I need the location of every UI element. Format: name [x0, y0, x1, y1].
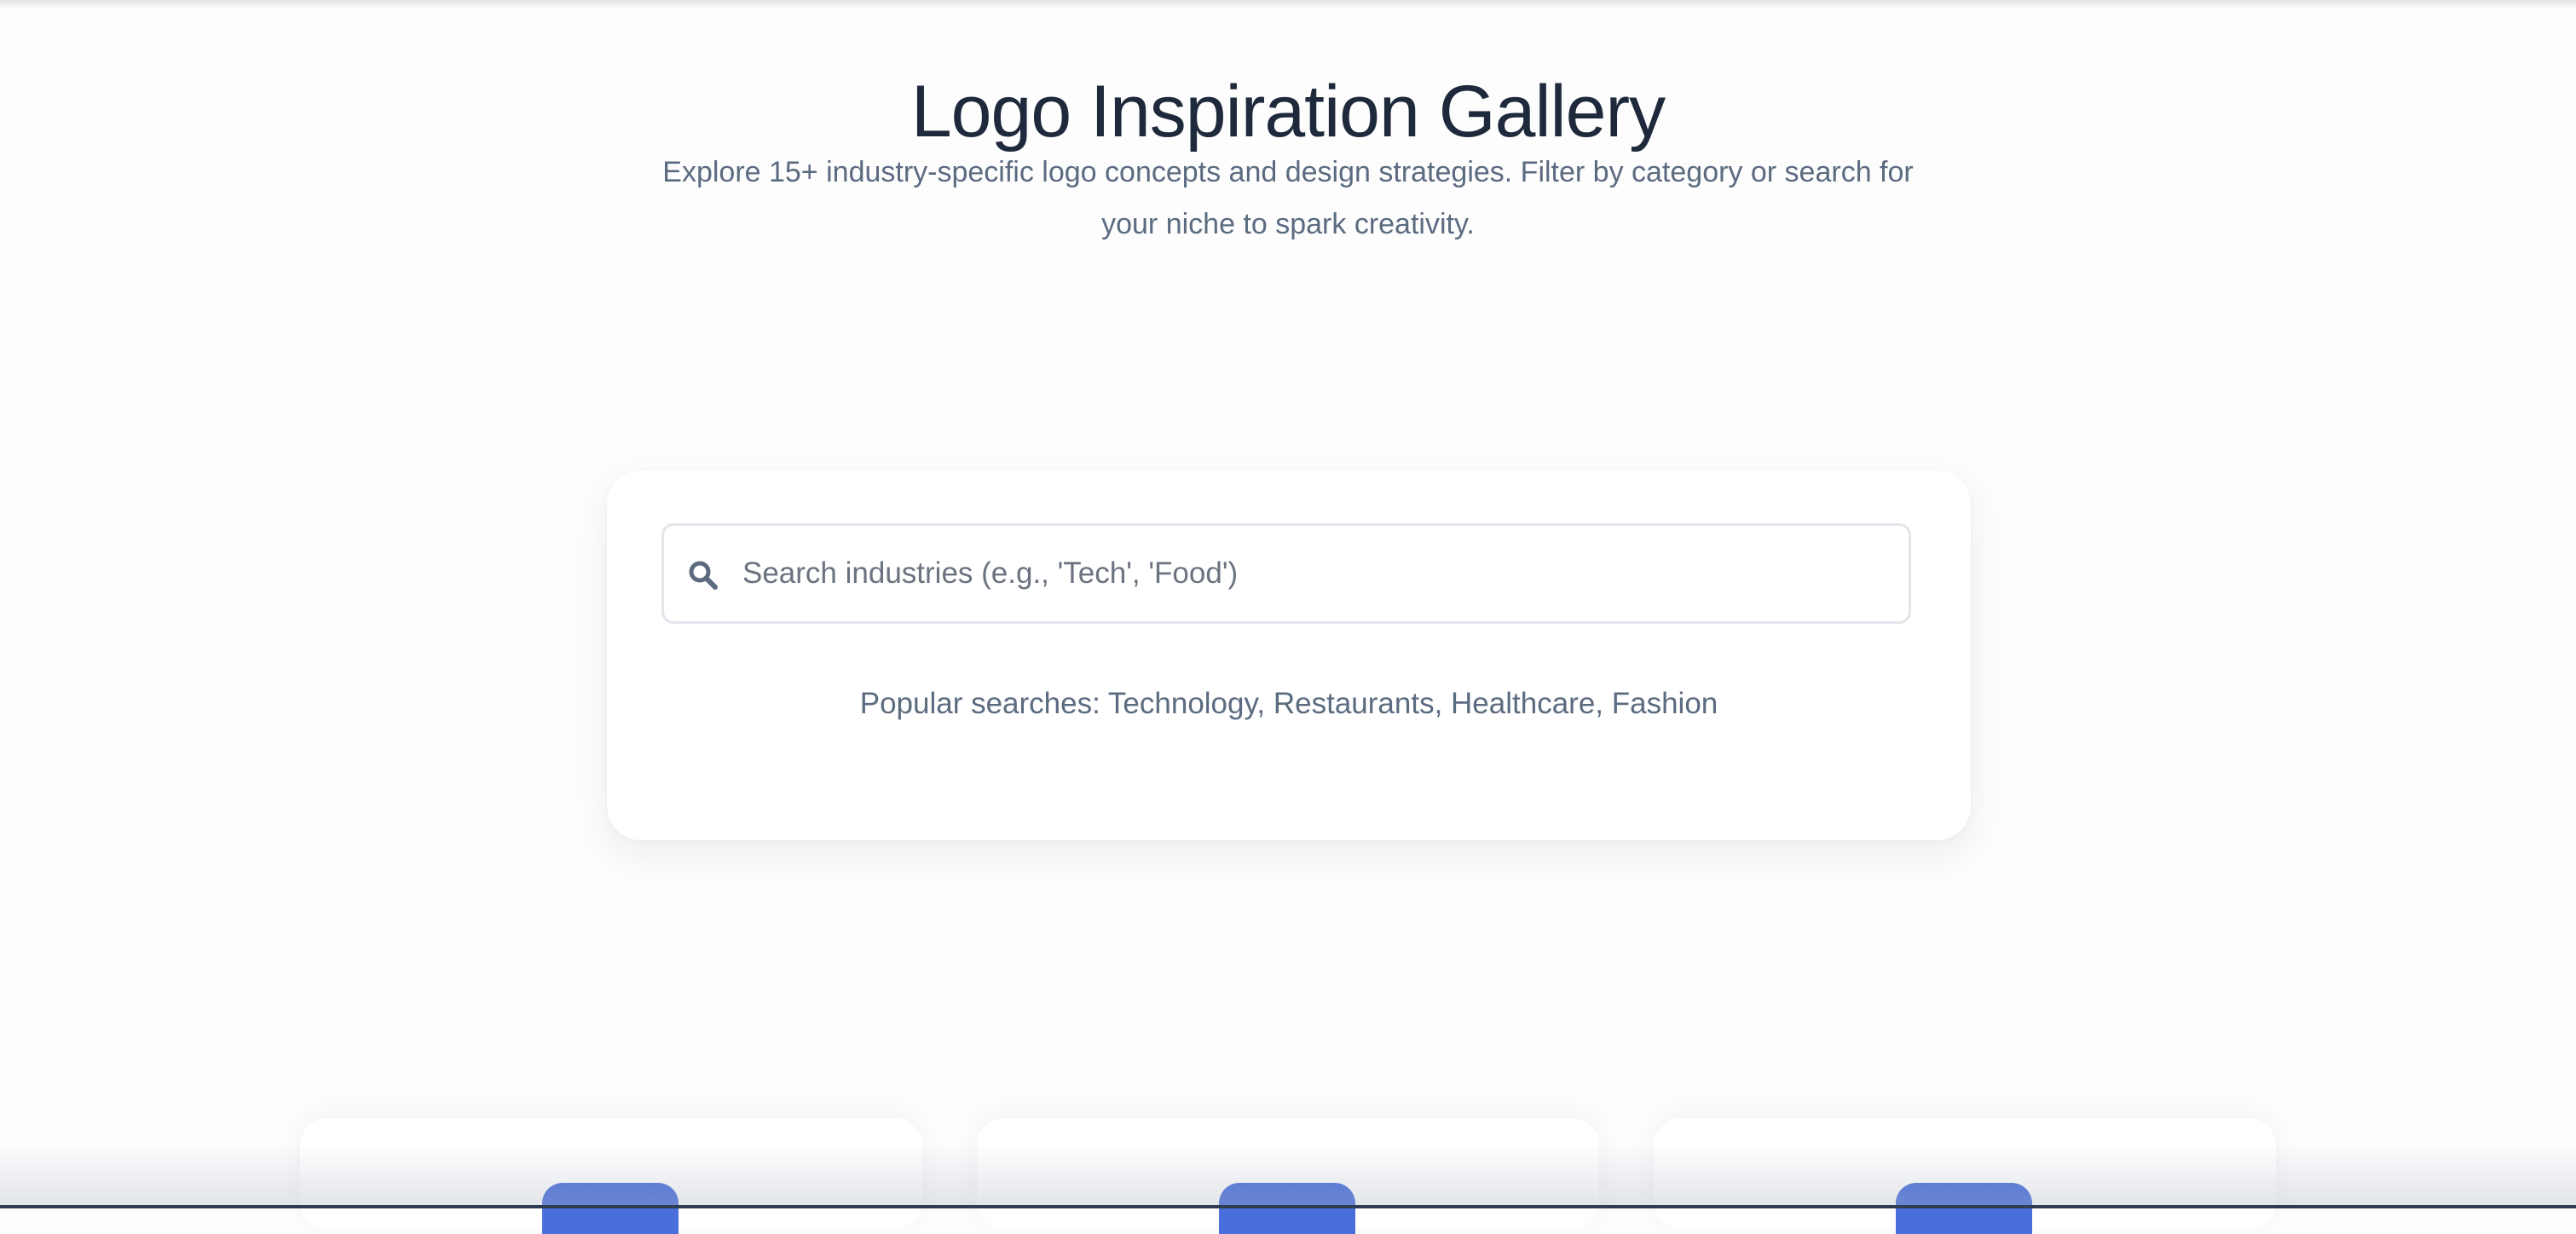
industry-card[interactable] [977, 1118, 1599, 1234]
card-icon-badge [1219, 1183, 1355, 1234]
popular-search-healthcare[interactable]: Healthcare [1451, 687, 1595, 720]
industry-card[interactable] [300, 1118, 922, 1234]
popular-search-restaurants[interactable]: Restaurants [1274, 687, 1435, 720]
search-box[interactable] [661, 523, 1911, 624]
popular-searches-label: Popular searches: [859, 687, 1100, 720]
card-icon-badge [1896, 1183, 2032, 1234]
window-bottom-edge [0, 1205, 2576, 1208]
popular-search-technology[interactable]: Technology [1108, 687, 1256, 720]
industry-card[interactable] [1654, 1118, 2276, 1234]
search-icon [689, 561, 718, 590]
popular-searches: Popular searches: Technology, Restaurant… [859, 687, 1718, 720]
popular-search-fashion[interactable]: Fashion [1612, 687, 1718, 720]
top-shadow [0, 0, 2576, 9]
page-subtitle-line-1: Explore 15+ industry-specific logo conce… [662, 156, 1914, 188]
search-card: Popular searches: Technology, Restaurant… [607, 470, 1971, 840]
page-subtitle-line-2: your niche to spark creativity. [1101, 208, 1475, 240]
page-subtitle: Explore 15+ industry-specific logo conce… [606, 147, 1970, 251]
card-icon-badge [542, 1183, 679, 1234]
search-input[interactable] [742, 543, 1885, 604]
